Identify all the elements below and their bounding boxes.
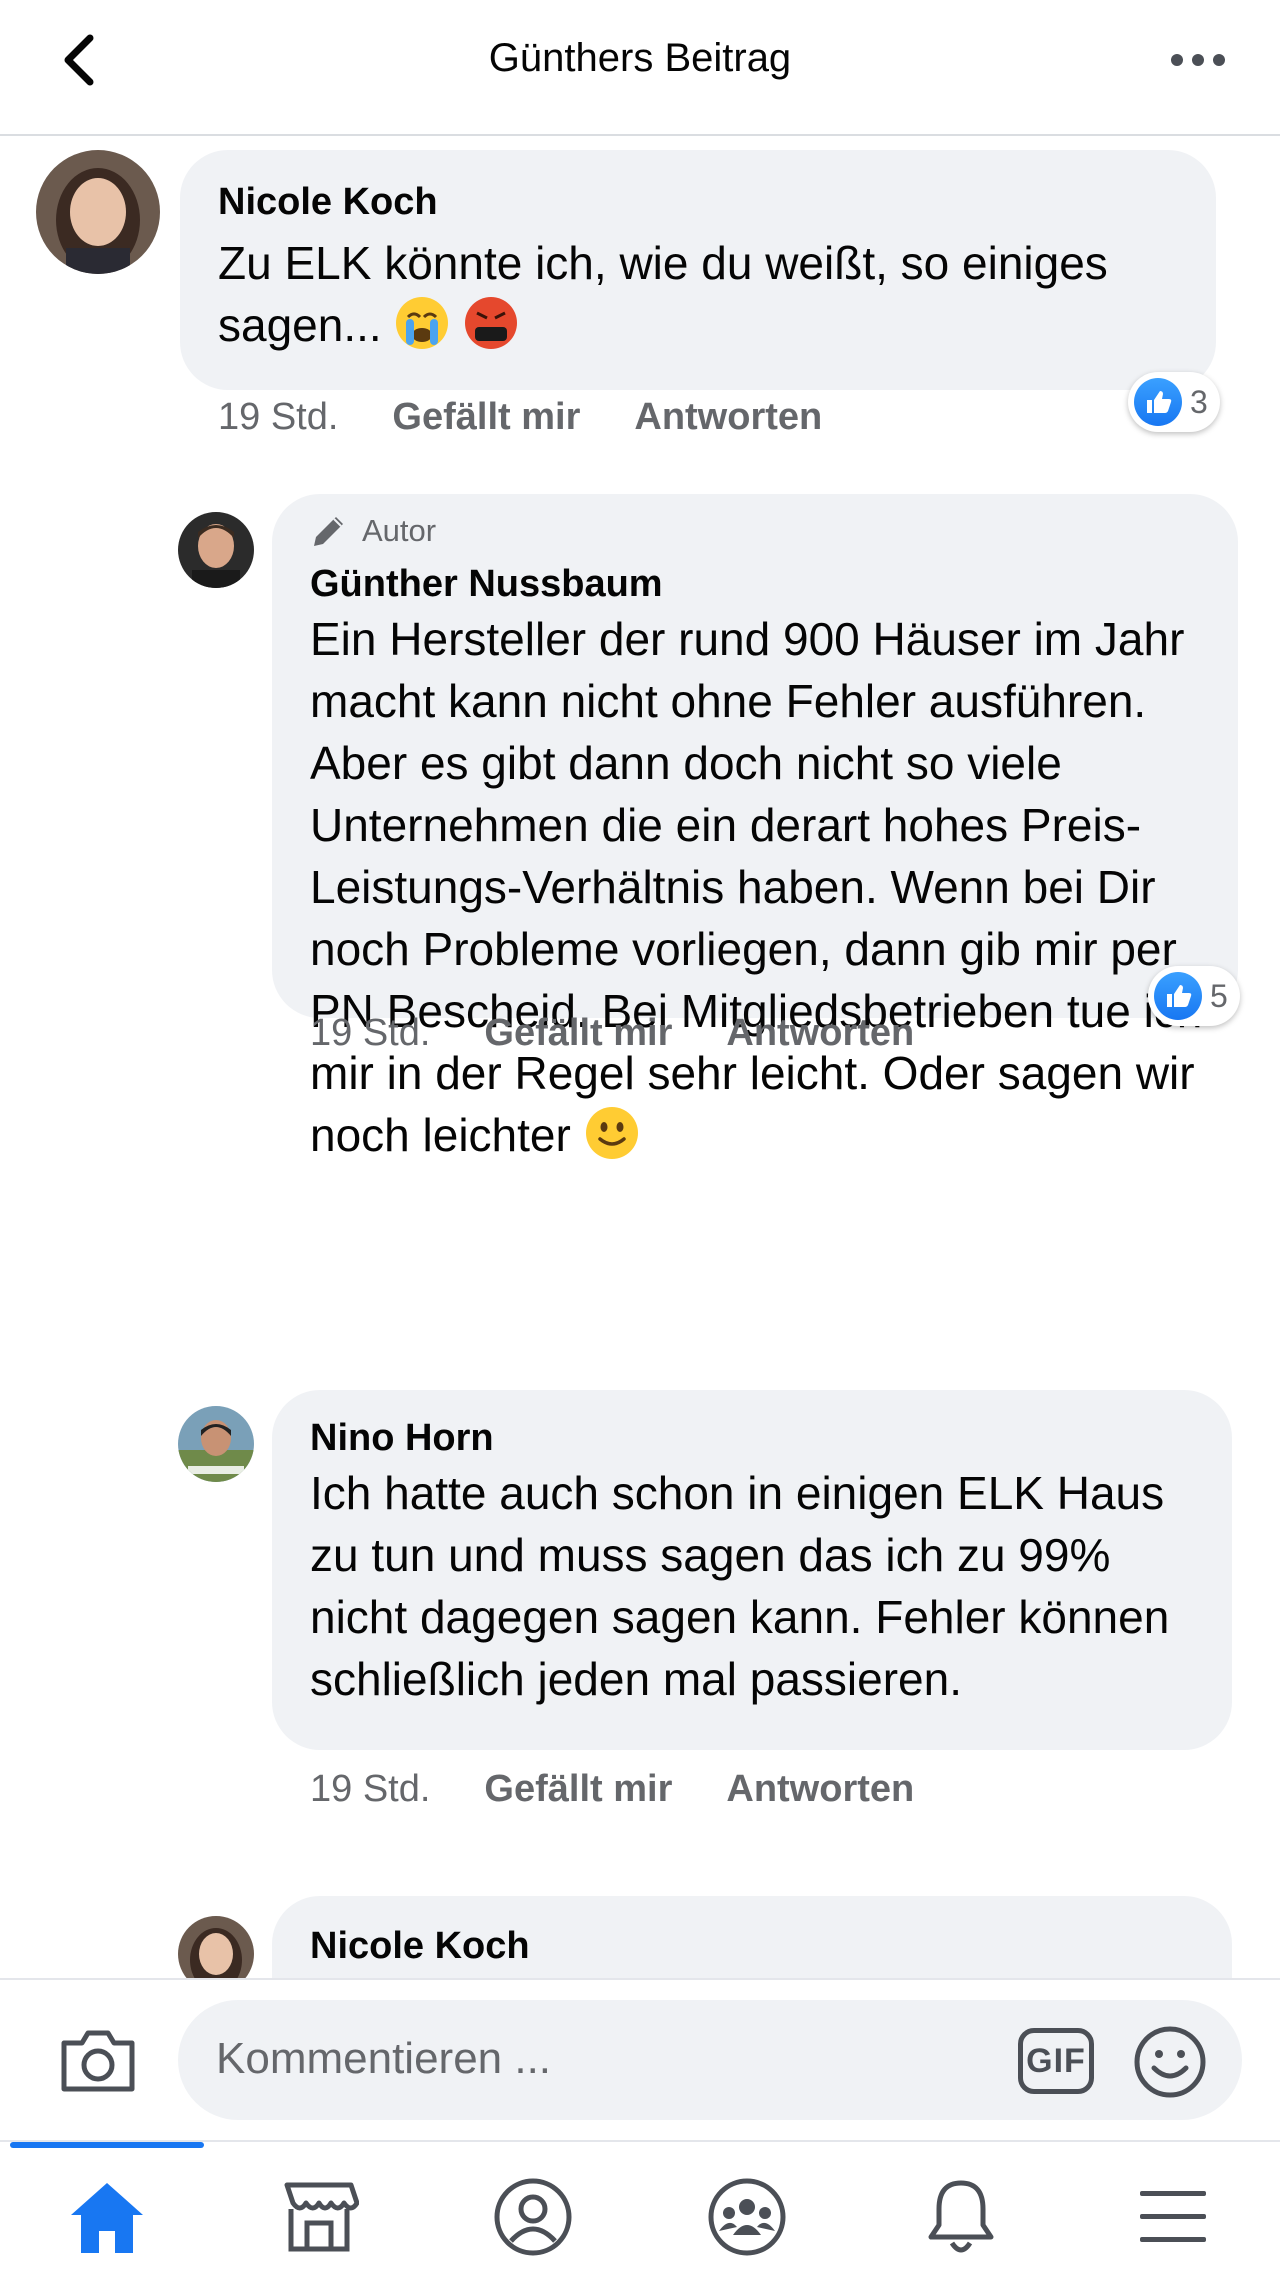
comment-bubble[interactable]: Autor Günther Nussbaum Ein Hersteller de… (272, 494, 1238, 1161)
reaction-summary[interactable]: 5 (1148, 966, 1240, 1026)
like-action[interactable]: Gefällt mir (484, 1768, 672, 1811)
reaction-count: 5 (1210, 977, 1228, 1014)
comment-author[interactable]: Nicole Koch (310, 1922, 1194, 1970)
avatar-nino-horn[interactable] (178, 1406, 254, 1482)
groups-icon (708, 2178, 786, 2256)
gif-label: GIF (1026, 2041, 1086, 2080)
author-badge-label: Autor (362, 513, 437, 548)
comment-text-body: Ein Hersteller der rund 900 Häuser im Ja… (310, 613, 1203, 1161)
emoji-picker-icon[interactable] (1132, 2024, 1208, 2100)
camera-icon (61, 2030, 135, 2092)
tab-profile[interactable] (488, 2172, 578, 2262)
comment-text: Ein Hersteller der rund 900 Häuser im Ja… (310, 608, 1210, 1166)
comment-meta: 19 Std. Gefällt mir Antworten (310, 1768, 968, 1811)
like-reaction-icon (1154, 972, 1202, 1020)
active-tab-indicator (10, 2142, 204, 2148)
pencil-icon (314, 517, 343, 546)
comment-input[interactable]: Kommentieren ... GIF (178, 2000, 1242, 2120)
avatar-guenther-nussbaum[interactable] (178, 512, 254, 588)
marketplace-icon (284, 2182, 359, 2252)
camera-button[interactable] (58, 2020, 138, 2100)
tab-notifications[interactable] (916, 2172, 1006, 2262)
reaction-summary[interactable]: 3 (1128, 372, 1220, 432)
comment-meta: 19 Std. Gefällt mir Antworten (310, 1012, 968, 1055)
crying-face-emoji (396, 297, 449, 349)
author-badge: Autor (310, 512, 1200, 550)
comment-author[interactable]: Nicole Koch (218, 178, 1178, 226)
comment-text: Zu ELK könnte ich, wie du weißt, so eini… (218, 232, 1178, 356)
more-horizontal-icon (1171, 54, 1225, 66)
comment-composer: Kommentieren ... GIF (0, 1978, 1280, 2140)
notifications-icon (928, 2180, 994, 2253)
avatar-nicole-koch[interactable] (178, 1916, 254, 1978)
tab-home[interactable] (62, 2172, 152, 2262)
profile-icon (494, 2178, 572, 2256)
comment-text-body: Zu ELK könnte ich, wie du weißt, so eini… (218, 237, 1108, 351)
comment-author[interactable]: Nino Horn (310, 1414, 1194, 1462)
like-action[interactable]: Gefällt mir (484, 1012, 672, 1055)
home-icon (71, 2183, 143, 2253)
reaction-count: 3 (1190, 383, 1208, 420)
comment-author[interactable]: Günther Nussbaum (310, 560, 1200, 608)
tab-groups[interactable] (702, 2172, 792, 2262)
top-bar: Günthers Beitrag (0, 0, 1280, 136)
like-action[interactable]: Gefällt mir (392, 396, 580, 439)
cursing-face-emoji (465, 297, 518, 349)
comment-meta: 19 Std. Gefällt mir Antworten (218, 396, 876, 439)
avatar-nicole-koch[interactable] (36, 150, 160, 274)
comment-timestamp: 19 Std. (310, 1012, 431, 1054)
comments-feed[interactable]: Nicole Koch Zu ELK könnte ich, wie du we… (0, 138, 1280, 1978)
page-title: Günthers Beitrag (488, 36, 792, 80)
comment-bubble[interactable]: Nino Horn Ich hatte auch schon in einige… (272, 1390, 1232, 1750)
more-options-button[interactable] (1158, 28, 1238, 92)
reply-action[interactable]: Antworten (726, 1768, 914, 1811)
comment-bubble[interactable]: Nicole Koch (272, 1896, 1232, 1978)
bottom-tab-bar (0, 2140, 1280, 2275)
comment-bubble[interactable]: Nicole Koch Zu ELK könnte ich, wie du we… (180, 150, 1216, 390)
gif-button[interactable]: GIF (1018, 2028, 1094, 2094)
comment-timestamp: 19 Std. (310, 1768, 431, 1810)
reply-action[interactable]: Antworten (726, 1012, 914, 1055)
comment-input-placeholder: Kommentieren ... (216, 2034, 552, 2083)
comment-text: Ich hatte auch schon in einigen ELK Haus… (310, 1467, 1170, 1705)
menu-icon (1140, 2191, 1206, 2242)
tab-marketplace[interactable] (274, 2172, 364, 2262)
reply-action[interactable]: Antworten (634, 396, 822, 439)
slightly-smiling-face-emoji (585, 1107, 638, 1159)
like-reaction-icon (1134, 378, 1182, 426)
tab-menu[interactable] (1128, 2172, 1218, 2262)
comment-timestamp: 19 Std. (218, 396, 339, 438)
